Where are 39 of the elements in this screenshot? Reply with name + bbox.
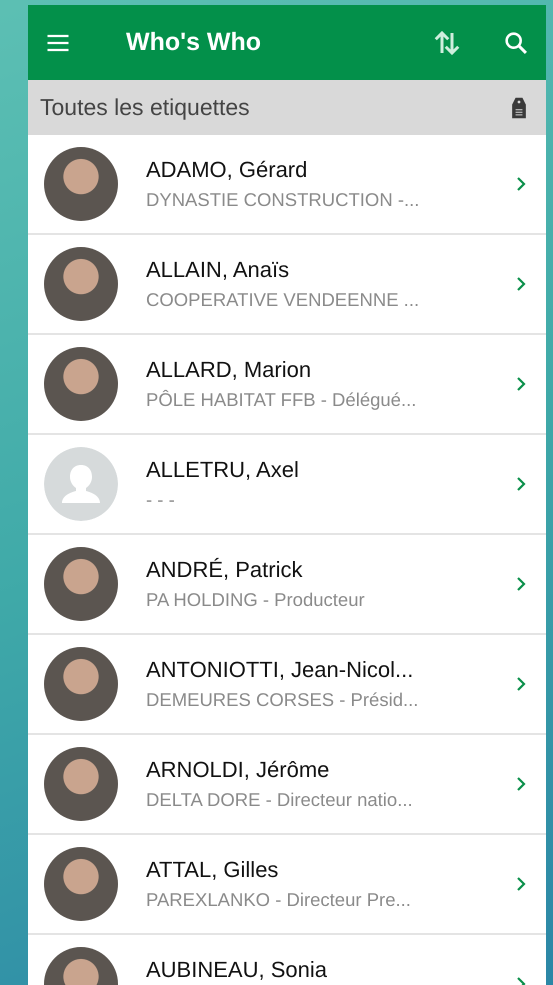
contact-row[interactable]: ARNOLDI, Jérôme DELTA DORE - Directeur natio... xyxy=(28,735,546,835)
contact-row[interactable]: ADAMO, Gérard DYNASTIE CONSTRUCTION -... xyxy=(28,135,546,235)
default-avatar-icon xyxy=(44,447,118,521)
contact-row[interactable]: ANTONIOTTI, Jean-Nicol... DEMEURES CORSES - Présid... xyxy=(28,635,546,735)
contact-row[interactable]: ALLETRU, Axel - - - xyxy=(28,435,546,535)
chevron-right-icon xyxy=(516,376,526,392)
contact-row[interactable]: ATTAL, Gilles PAREXLANKO - Directeur Pre... xyxy=(28,835,546,935)
contact-name: AUBINEAU, Sonia xyxy=(146,957,328,983)
contact-name: ALLAIN, Anaïs xyxy=(146,257,290,283)
chevron-right-icon xyxy=(516,676,526,692)
contact-name: ATTAL, Gilles xyxy=(146,857,280,883)
chevron-right-icon xyxy=(516,176,526,192)
contact-company: PÔLE HABITAT FFB - Délégué... xyxy=(146,389,418,411)
contact-name: ANDRÉ, Patrick xyxy=(146,557,304,583)
chevron-right-icon xyxy=(516,476,526,492)
contact-row[interactable]: ANDRÉ, Patrick PA HOLDING - Producteur xyxy=(28,535,546,635)
contact-company: DYNASTIE CONSTRUCTION -... xyxy=(146,189,420,211)
contact-row[interactable]: ALLARD, Marion PÔLE HABITAT FFB - Délégué... xyxy=(28,335,546,435)
contact-company: DELTA DORE - Directeur natio... xyxy=(146,789,414,811)
filter-label: Toutes les etiquettes xyxy=(40,94,250,121)
chevron-right-icon xyxy=(516,576,526,592)
tag-icon[interactable] xyxy=(510,96,528,120)
contact-name: ADAMO, Gérard xyxy=(146,157,308,183)
contact-company: COOPERATIVE VENDEENNE ... xyxy=(146,289,420,311)
contact-row[interactable]: ALLAIN, Anaïs COOPERATIVE VENDEENNE ... xyxy=(28,235,546,335)
chevron-right-icon xyxy=(516,776,526,792)
contact-name: ARNOLDI, Jérôme xyxy=(146,757,330,783)
contact-company: DEMEURES CORSES - Présid... xyxy=(146,689,420,711)
contact-name: ALLARD, Marion xyxy=(146,357,312,383)
chevron-right-icon xyxy=(516,876,526,892)
contact-row[interactable]: AUBINEAU, Sonia xyxy=(28,935,546,985)
contact-company: PAREXLANKO - Directeur Pre... xyxy=(146,889,412,911)
contact-name: ANTONIOTTI, Jean-Nicol... xyxy=(146,657,414,683)
chevron-right-icon xyxy=(516,276,526,292)
contact-company: - - - xyxy=(146,489,176,511)
tag-filter-bar[interactable]: Toutes les etiquettes xyxy=(28,80,546,135)
contact-name: ALLETRU, Axel xyxy=(146,457,300,483)
contact-company: PA HOLDING - Producteur xyxy=(146,589,366,611)
app-title: Who's Who xyxy=(126,28,262,57)
